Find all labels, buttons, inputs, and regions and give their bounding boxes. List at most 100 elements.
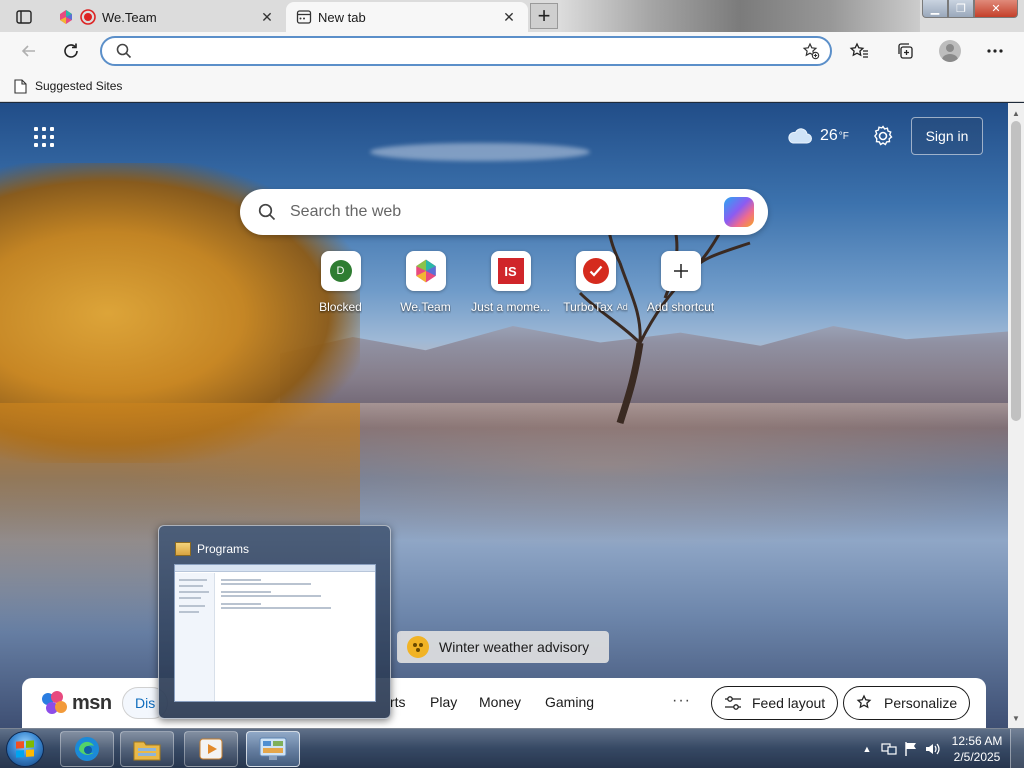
volume-icon[interactable] [922,738,944,760]
action-center-flag-icon[interactable] [900,738,922,760]
clock-date: 2/5/2025 [953,750,1001,764]
shortcut-tile [575,251,616,291]
msn-more-button[interactable]: ··· [672,692,691,710]
taskbar-thumbnail-preview[interactable]: Programs [158,525,391,719]
add-favorite-icon[interactable] [802,42,820,60]
tab-strip: We.Team ✕ New tab ✕ + ▁ ❐ ✕ [0,0,1024,32]
refresh-icon [64,43,78,58]
feed-layout-label: Feed layout [752,695,826,711]
temperature-unit: °F [838,130,849,142]
network-icon[interactable] [878,738,900,760]
programs-folder-icon [175,542,191,556]
shortcut-label: We.Team [400,300,451,314]
shortcut-label: TurboTax Ad [563,300,628,314]
tab-close-button[interactable]: ✕ [500,8,518,26]
page-scrollbar[interactable]: ▲ ▼ [1008,103,1024,728]
favorite-suggested-sites[interactable]: Suggested Sites [14,76,122,96]
tab-actions-icon [16,10,32,24]
close-window-button[interactable]: ✕ [974,0,1018,18]
favorites-button[interactable] [844,37,874,65]
msn-tab-play[interactable]: Play [430,694,457,710]
page-settings-button[interactable] [870,123,896,149]
browser-toolbar [0,32,1024,70]
sign-in-button[interactable]: Sign in [911,117,983,155]
tab-new-tab[interactable]: New tab ✕ [286,2,528,32]
tab-title: We.Team [102,9,157,25]
feed-layout-button[interactable]: Feed layout [711,686,839,720]
search-icon [116,43,132,59]
taskbar-control-panel[interactable] [246,731,300,767]
collections-button[interactable] [890,37,920,65]
recording-icon [80,9,96,25]
address-input[interactable] [142,43,802,59]
taskbar-file-explorer[interactable] [120,731,174,767]
maximize-button[interactable]: ❐ [948,0,974,18]
minimize-button[interactable]: ▁ [922,0,948,18]
msn-tab-gaming[interactable]: Gaming [545,694,594,710]
weteam-icon [415,259,436,283]
weteam-favicon [58,9,74,25]
msn-logo-text: msn [72,691,112,714]
favorite-label: Suggested Sites [35,79,123,93]
msn-logo[interactable]: msn [42,691,112,715]
refresh-button[interactable] [56,37,86,65]
weather-widget[interactable]: 26 °F [786,123,849,149]
start-button[interactable] [6,731,44,767]
msn-tab-money[interactable]: Money [479,694,521,710]
cloud-icon [788,128,812,144]
advisory-text: Winter weather advisory [439,639,590,655]
warning-icon [407,636,429,658]
web-search-input[interactable] [290,203,724,221]
tab-strip-background [560,0,920,32]
preview-window-image [174,564,376,702]
turbotax-icon [582,258,609,284]
preview-title: Programs [197,542,250,556]
new-tab-page: 26 °F Sign in D Blocked We.Team IS Just … [0,103,1008,728]
tab-actions-button[interactable] [10,6,38,28]
copilot-icon[interactable] [724,197,754,227]
shortcut-turbotax[interactable]: TurboTax Ad [553,251,638,314]
background-cloud [370,143,590,161]
taskbar-media-player[interactable] [184,731,238,767]
tray-overflow-button[interactable]: ▲ [856,738,878,760]
sliders-icon [724,695,742,711]
system-tray: ▲ 12:56 AM 2/5/2025 [856,729,1024,768]
taskbar-edge[interactable] [60,731,114,767]
shortcut-label: Blocked [319,300,362,314]
shortcut-just-a-moment[interactable]: IS Just a mome... [468,251,553,314]
scrollbar-thumb[interactable] [1011,121,1021,421]
top-sites: D Blocked We.Team IS Just a mome... Turb… [298,251,723,314]
personalize-label: Personalize [884,695,958,711]
show-desktop-button[interactable] [1010,729,1024,768]
weather-advisory-banner[interactable]: Winter weather advisory [397,631,609,663]
scroll-up-arrow-icon[interactable]: ▲ [1008,105,1024,121]
gear-icon [874,125,893,146]
media-player-icon [199,738,223,760]
star-edit-icon [856,694,874,712]
temperature: 26 [820,127,838,144]
msn-tab-sports[interactable]: rts [390,694,406,710]
back-arrow-icon [21,45,35,57]
shortcut-tile [405,251,446,291]
shortcut-weteam[interactable]: We.Team [383,251,468,314]
taskbar: ▲ 12:56 AM 2/5/2025 [0,728,1024,768]
page-icon [14,78,27,94]
settings-and-more-button[interactable] [980,37,1010,65]
personalize-button[interactable]: Personalize [843,686,971,720]
scroll-down-arrow-icon[interactable]: ▼ [1008,710,1024,726]
shortcut-blocked[interactable]: D Blocked [298,251,383,314]
web-search-box[interactable] [240,189,768,235]
profile-button[interactable] [935,37,965,65]
apps-launcher-button[interactable] [32,125,56,149]
ad-badge: Ad [616,302,628,312]
edge-icon [75,737,99,761]
tab-title: New tab [318,9,366,25]
clock[interactable]: 12:56 AM 2/5/2025 [944,733,1010,765]
back-button[interactable] [14,37,44,65]
address-bar[interactable] [100,36,832,66]
tab-weteam[interactable]: We.Team ✕ [48,2,286,32]
tab-close-button[interactable]: ✕ [258,8,276,26]
shortcut-add[interactable]: Add shortcut [638,251,723,314]
clock-time: 12:56 AM [951,734,1003,748]
new-tab-button[interactable]: + [530,3,558,29]
